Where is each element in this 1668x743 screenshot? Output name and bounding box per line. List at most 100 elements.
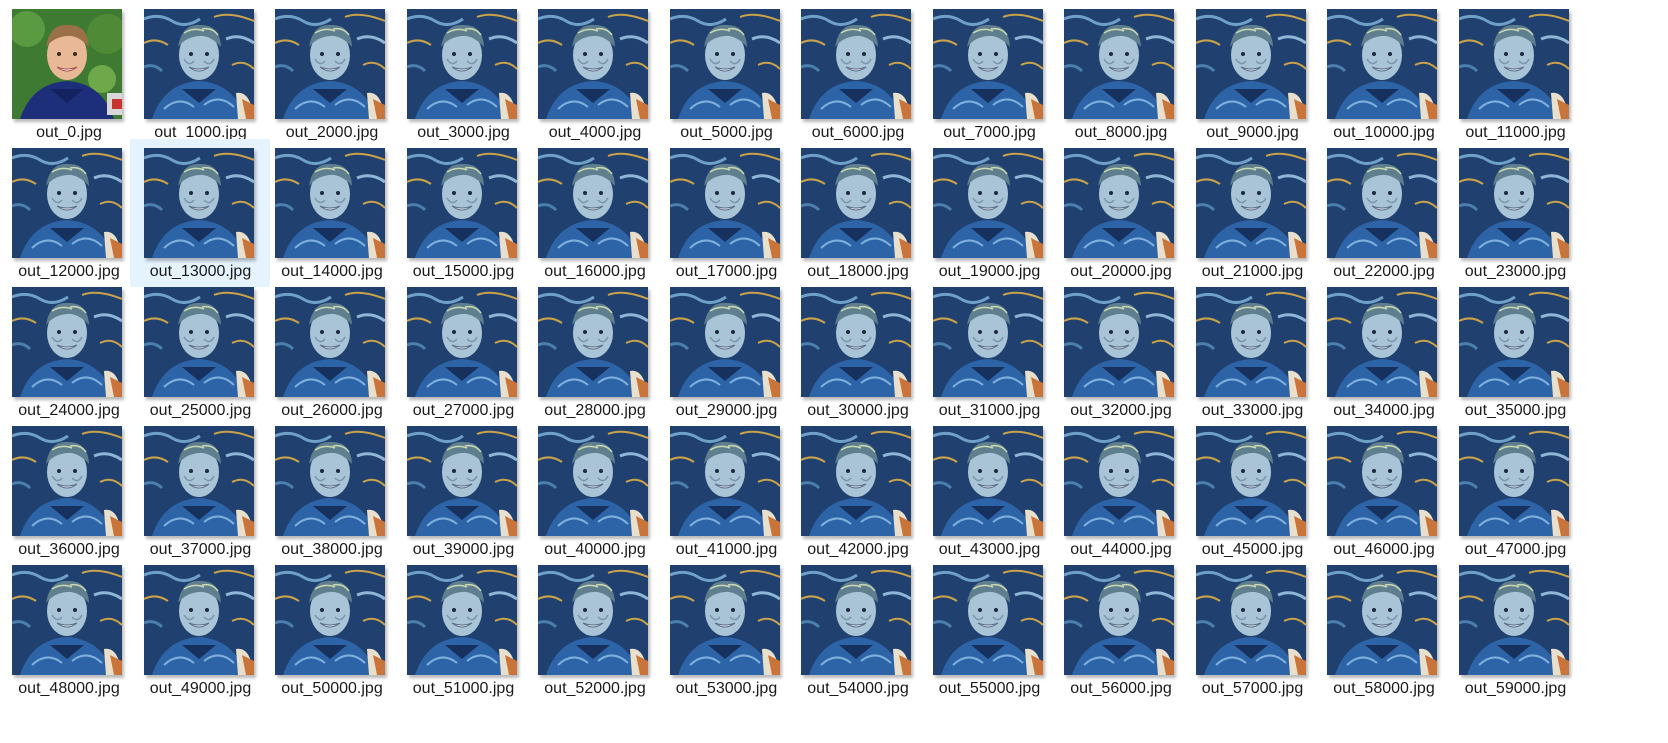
file-item[interactable]: out_11000.jpg	[1445, 0, 1585, 148]
file-thumbnail[interactable]	[1064, 148, 1174, 258]
file-thumbnail[interactable]	[669, 9, 780, 119]
file-thumbnail[interactable]	[406, 148, 517, 258]
file-thumbnail[interactable]	[275, 148, 385, 258]
file-item[interactable]: out_42000.jpg	[787, 417, 927, 565]
file-thumbnail[interactable]	[1458, 148, 1569, 258]
file-thumbnail[interactable]	[932, 565, 1043, 675]
file-item[interactable]: out_41000.jpg	[656, 417, 796, 565]
file-thumbnail[interactable]	[669, 565, 780, 675]
file-item[interactable]: out_23000.jpg	[1445, 139, 1585, 287]
file-item[interactable]: out_30000.jpg	[787, 278, 927, 426]
file-item[interactable]: out_25000.jpg	[130, 278, 270, 426]
file-thumbnail[interactable]	[801, 287, 911, 397]
file-item[interactable]: out_7000.jpg	[919, 0, 1059, 148]
file-thumbnail[interactable]	[932, 9, 1043, 119]
file-item[interactable]: out_21000.jpg	[1182, 139, 1322, 287]
file-item[interactable]: out_33000.jpg	[1182, 278, 1322, 426]
file-item[interactable]: out_53000.jpg	[656, 556, 796, 704]
file-thumbnail[interactable]	[406, 287, 517, 397]
file-thumbnail[interactable]	[1327, 426, 1437, 536]
file-item[interactable]: out_2000.jpg	[261, 0, 401, 148]
file-thumbnail[interactable]	[669, 426, 780, 536]
file-thumbnail[interactable]	[538, 287, 648, 397]
file-thumbnail[interactable]	[143, 9, 254, 119]
file-thumbnail[interactable]	[1458, 426, 1569, 536]
file-thumbnail[interactable]	[932, 287, 1043, 397]
file-item[interactable]: out_35000.jpg	[1445, 278, 1585, 426]
file-item[interactable]: out_14000.jpg	[261, 139, 401, 287]
file-thumbnail[interactable]	[143, 148, 254, 258]
file-item[interactable]: out_55000.jpg	[919, 556, 1059, 704]
file-item[interactable]: out_24000.jpg	[0, 278, 138, 426]
file-item[interactable]: out_16000.jpg	[524, 139, 664, 287]
file-thumbnail[interactable]	[801, 148, 911, 258]
file-item[interactable]: out_5000.jpg	[656, 0, 796, 148]
file-item[interactable]: out_31000.jpg	[919, 278, 1059, 426]
file-item[interactable]: out_45000.jpg	[1182, 417, 1322, 565]
file-item[interactable]: out_22000.jpg	[1313, 139, 1453, 287]
file-item[interactable]: out_56000.jpg	[1050, 556, 1190, 704]
file-item[interactable]: out_46000.jpg	[1313, 417, 1453, 565]
file-thumbnail[interactable]	[801, 426, 911, 536]
file-thumbnail[interactable]	[12, 565, 122, 675]
file-item[interactable]: out_38000.jpg	[261, 417, 401, 565]
file-item[interactable]: out_40000.jpg	[524, 417, 664, 565]
file-item[interactable]: out_47000.jpg	[1445, 417, 1585, 565]
file-thumbnail[interactable]	[12, 287, 122, 397]
file-item[interactable]: out_50000.jpg	[261, 556, 401, 704]
file-thumbnail[interactable]	[1195, 9, 1306, 119]
file-item[interactable]: out_4000.jpg	[524, 0, 664, 148]
file-thumbnail[interactable]	[12, 148, 122, 258]
file-thumbnail[interactable]	[406, 565, 517, 675]
file-item[interactable]: out_18000.jpg	[787, 139, 927, 287]
file-thumbnail[interactable]	[12, 9, 122, 119]
file-thumbnail[interactable]	[1458, 287, 1569, 397]
file-thumbnail[interactable]	[801, 565, 911, 675]
file-item[interactable]: out_37000.jpg	[130, 417, 270, 565]
file-thumbnail[interactable]	[932, 426, 1043, 536]
file-thumbnail[interactable]	[275, 426, 385, 536]
file-thumbnail[interactable]	[143, 426, 254, 536]
file-item[interactable]: out_15000.jpg	[393, 139, 533, 287]
file-thumbnail[interactable]	[1458, 565, 1569, 675]
file-thumbnail[interactable]	[1195, 148, 1306, 258]
file-item[interactable]: out_26000.jpg	[261, 278, 401, 426]
file-item[interactable]: out_20000.jpg	[1050, 139, 1190, 287]
file-item[interactable]: out_44000.jpg	[1050, 417, 1190, 565]
file-thumbnail[interactable]	[275, 565, 385, 675]
file-thumbnail[interactable]	[932, 148, 1043, 258]
file-thumbnail[interactable]	[406, 426, 517, 536]
file-item[interactable]: out_3000.jpg	[393, 0, 533, 148]
file-item[interactable]: out_39000.jpg	[393, 417, 533, 565]
file-thumbnail[interactable]	[1064, 287, 1174, 397]
file-thumbnail[interactable]	[1327, 565, 1437, 675]
file-thumbnail[interactable]	[1195, 287, 1306, 397]
file-thumbnail[interactable]	[1327, 148, 1437, 258]
file-thumbnail[interactable]	[1458, 9, 1569, 119]
file-thumbnail[interactable]	[669, 148, 780, 258]
file-item[interactable]: out_13000.jpg	[129, 139, 270, 287]
file-thumbnail[interactable]	[1195, 565, 1306, 675]
file-thumbnail[interactable]	[1327, 9, 1437, 119]
file-item[interactable]: out_27000.jpg	[393, 278, 533, 426]
file-thumbnail[interactable]	[1064, 9, 1174, 119]
file-item[interactable]: out_34000.jpg	[1313, 278, 1453, 426]
file-item[interactable]: out_29000.jpg	[656, 278, 796, 426]
file-item[interactable]: out_6000.jpg	[787, 0, 927, 148]
file-item[interactable]: out_8000.jpg	[1050, 0, 1190, 148]
file-item[interactable]: out_43000.jpg	[919, 417, 1059, 565]
file-thumbnail[interactable]	[1064, 426, 1174, 536]
file-thumbnail[interactable]	[1064, 565, 1174, 675]
file-thumbnail[interactable]	[1327, 287, 1437, 397]
file-item[interactable]: out_57000.jpg	[1182, 556, 1322, 704]
file-thumbnail[interactable]	[275, 9, 385, 119]
file-item[interactable]: out_49000.jpg	[130, 556, 270, 704]
file-item[interactable]: out_51000.jpg	[393, 556, 533, 704]
file-item[interactable]: out_59000.jpg	[1445, 556, 1585, 704]
file-thumbnail[interactable]	[143, 287, 254, 397]
file-item[interactable]: out_9000.jpg	[1182, 0, 1322, 148]
file-thumbnail[interactable]	[538, 9, 648, 119]
file-item[interactable]: out_58000.jpg	[1313, 556, 1453, 704]
file-thumbnail[interactable]	[669, 287, 780, 397]
file-item[interactable]: out_54000.jpg	[787, 556, 927, 704]
